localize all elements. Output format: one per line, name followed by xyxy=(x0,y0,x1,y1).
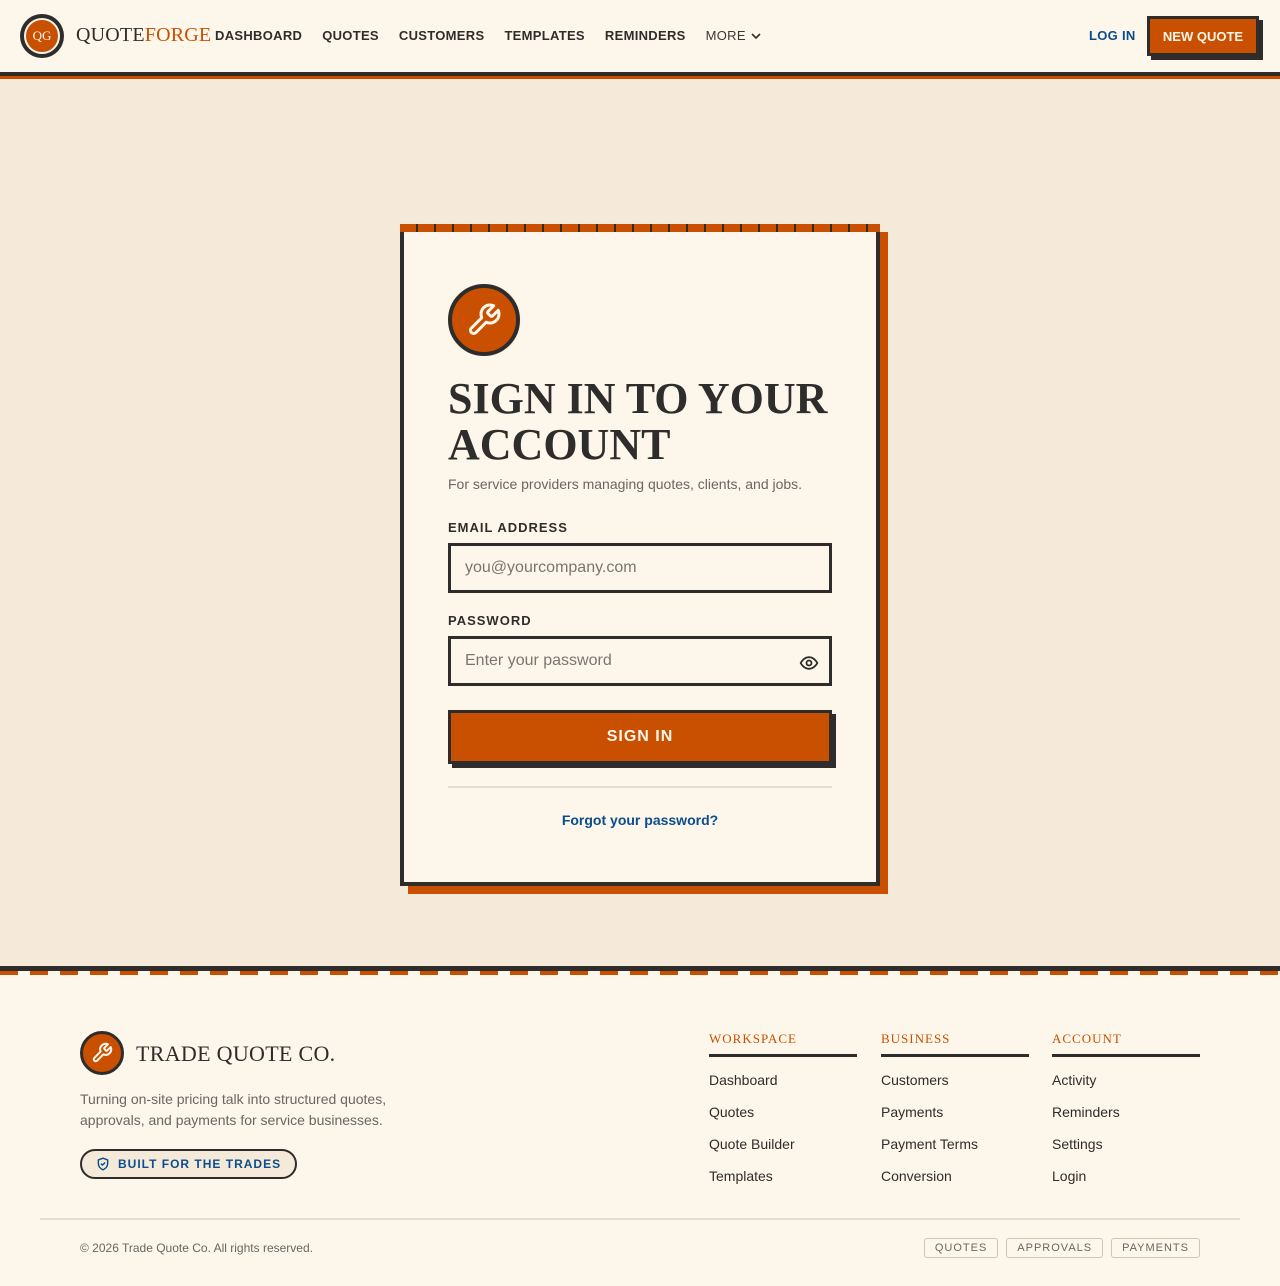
main-nav: DASHBOARD QUOTES CUSTOMERS TEMPLATES REM… xyxy=(215,28,762,43)
show-password-eye-icon[interactable] xyxy=(798,652,820,674)
footer-pills: QUOTES APPROVALS PAYMENTS xyxy=(923,1238,1200,1258)
email-field[interactable] xyxy=(448,543,832,593)
footer-link-templates[interactable]: Templates xyxy=(709,1167,857,1199)
wrench-icon xyxy=(448,284,520,356)
chevron-down-icon xyxy=(751,32,761,39)
pill-payments[interactable]: PAYMENTS xyxy=(1111,1238,1200,1258)
shield-check-icon xyxy=(97,1157,109,1171)
nav-dashboard[interactable]: DASHBOARD xyxy=(215,28,302,43)
footer-link-reminders[interactable]: Reminders xyxy=(1052,1103,1200,1135)
password-field[interactable] xyxy=(448,636,832,686)
nav-more-label: MORE xyxy=(705,28,746,43)
footer-link-login[interactable]: Login xyxy=(1052,1167,1200,1199)
pill-approvals[interactable]: APPROVALS xyxy=(1006,1238,1104,1258)
footer-wrench-icon xyxy=(80,1031,124,1075)
footer-link-settings[interactable]: Settings xyxy=(1052,1135,1200,1167)
new-quote-button[interactable]: NEW QUOTE xyxy=(1147,16,1259,56)
nav-quotes[interactable]: QUOTES xyxy=(322,28,379,43)
copyright-text: © 2026 Trade Quote Co. All rights reserv… xyxy=(80,1241,313,1255)
footer-link-payment-terms[interactable]: Payment Terms xyxy=(881,1135,1029,1167)
footer-column-title: ACCOUNT xyxy=(1052,1031,1200,1057)
password-label: PASSWORD xyxy=(448,613,532,628)
nav-reminders[interactable]: REMINDERS xyxy=(605,28,686,43)
footer-link-payments[interactable]: Payments xyxy=(881,1103,1029,1135)
brand-part-quote: QUOTE xyxy=(76,24,145,46)
footer-tagline: Turning on-site pricing talk into struct… xyxy=(80,1091,387,1128)
footer-column-account: ACCOUNT Activity Reminders Settings Logi… xyxy=(1052,1031,1200,1199)
nav-customers[interactable]: CUSTOMERS xyxy=(399,28,485,43)
brand-name[interactable]: QUOTEFORGE xyxy=(76,24,211,47)
footer: TRADE QUOTE CO. Turning on-site pricing … xyxy=(0,975,1280,1286)
footer-column-workspace: WORKSPACE Dashboard Quotes Quote Builder… xyxy=(709,1031,857,1199)
page-subtitle: For service providers managing quotes, c… xyxy=(448,476,803,492)
footer-brand: TRADE QUOTE CO. xyxy=(136,1041,336,1066)
nav-more-dropdown[interactable]: MORE xyxy=(706,28,762,43)
footer-link-dashboard[interactable]: Dashboard xyxy=(709,1071,857,1103)
card-divider xyxy=(448,786,832,788)
footer-link-activity[interactable]: Activity xyxy=(1052,1071,1200,1103)
built-for-trades-badge: BUILT FOR THE TRADES xyxy=(80,1149,298,1179)
footer-link-customers[interactable]: Customers xyxy=(881,1071,1029,1103)
footer-column-business: BUSINESS Customers Payments Payment Term… xyxy=(881,1031,1029,1199)
brand-part-forge: FORGE xyxy=(144,24,212,46)
forgot-password-link[interactable]: Forgot your password? xyxy=(448,812,832,828)
footer-link-quotes[interactable]: Quotes xyxy=(709,1103,857,1135)
footer-divider xyxy=(40,1218,1240,1220)
logo-initials: QG xyxy=(24,18,60,54)
badge-label: BUILT FOR THE TRADES xyxy=(118,1157,282,1171)
email-label: EMAIL ADDRESS xyxy=(448,520,568,535)
page-title: SIGN IN TO YOUR ACCOUNT xyxy=(448,374,828,469)
footer-link-quote-builder[interactable]: Quote Builder xyxy=(709,1135,857,1167)
footer-column-title: BUSINESS xyxy=(881,1031,1029,1057)
logo-badge[interactable]: QG xyxy=(20,14,64,58)
nav-templates[interactable]: TEMPLATES xyxy=(504,28,584,43)
login-link[interactable]: LOG IN xyxy=(1089,28,1136,43)
top-navbar: QG QUOTEFORGE DASHBOARD QUOTES CUSTOMERS… xyxy=(0,0,1280,72)
header-border xyxy=(0,72,1280,79)
footer-column-title: WORKSPACE xyxy=(709,1031,857,1057)
footer-link-conversion[interactable]: Conversion xyxy=(881,1167,1029,1199)
pill-quotes[interactable]: QUOTES xyxy=(923,1238,999,1258)
signin-card: SIGN IN TO YOUR ACCOUNT For service prov… xyxy=(400,232,880,886)
sign-in-button[interactable]: SIGN IN xyxy=(448,710,832,764)
